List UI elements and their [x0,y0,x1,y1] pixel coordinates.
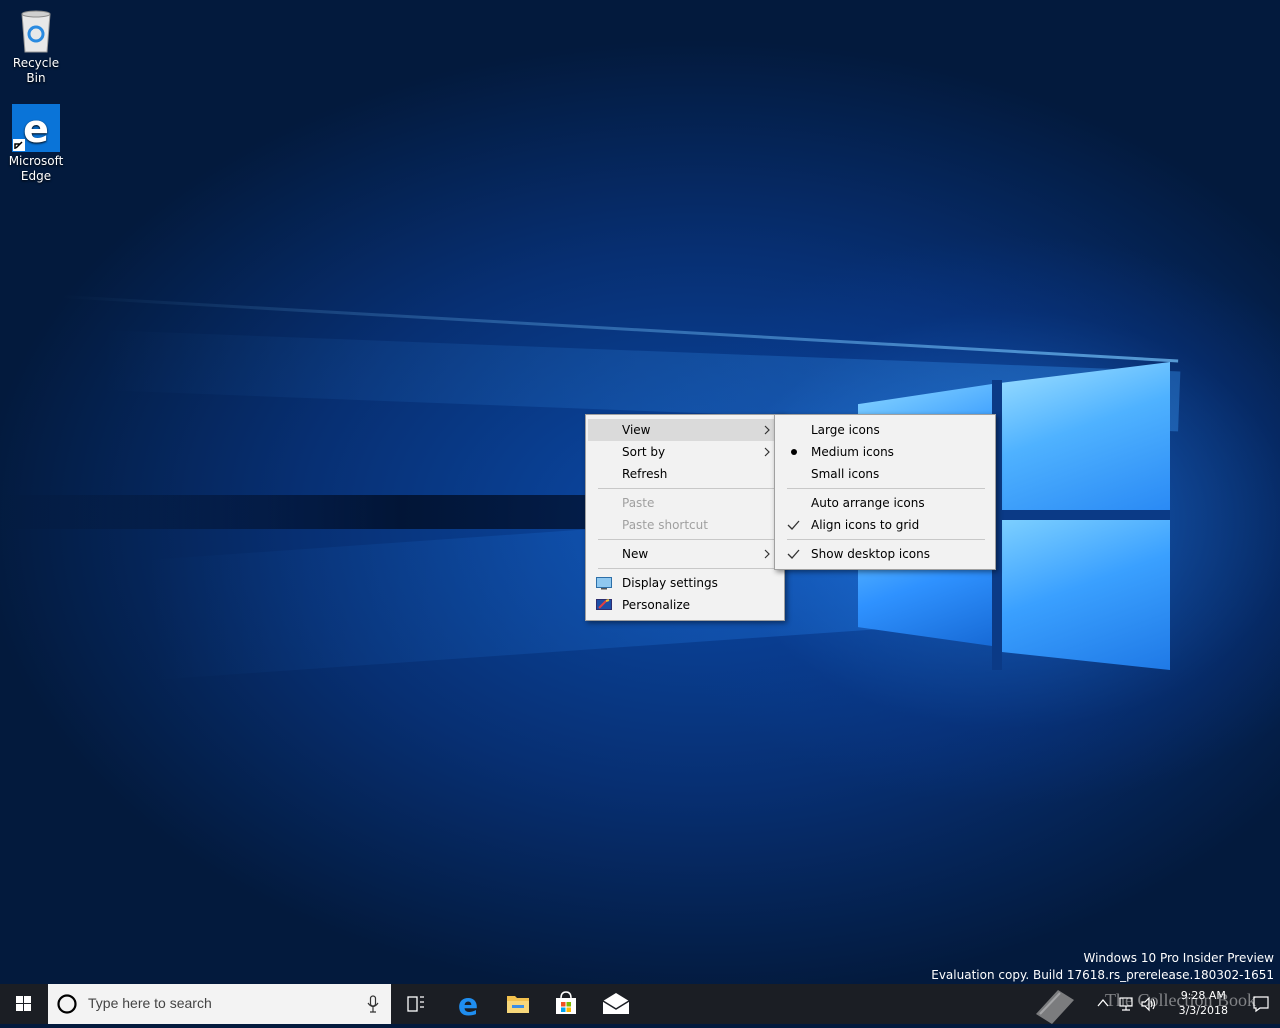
desktop-icon-microsoft-edge[interactable]: e Microsoft Edge [6,104,66,184]
checkmark-icon [787,549,800,559]
watermark-line-build: Evaluation copy. Build 17618.rs_prerelea… [931,968,1274,982]
mail-icon [602,993,630,1014]
menu-item-label: Auto arrange icons [811,496,925,510]
windows-start-icon [16,996,31,1011]
submenu-item-show-desktop-icons[interactable]: Show desktop icons [777,543,993,565]
svg-text:e: e [23,107,49,151]
submenu-item-auto-arrange[interactable]: Auto arrange icons [777,492,993,514]
submenu-item-small-icons[interactable]: Small icons [777,463,993,485]
menu-item-label: Paste [622,496,655,510]
menu-item-label: Show desktop icons [811,547,931,561]
menu-item-new[interactable]: New [588,543,782,565]
file-explorer-icon [507,996,529,1013]
action-center-icon[interactable] [1252,995,1270,1013]
submenu-item-align-to-grid[interactable]: Align icons to grid [777,514,993,536]
submenu-item-large-icons[interactable]: Large icons [777,419,993,441]
taskbar-search-box[interactable]: Type here to search [48,984,391,1024]
chevron-right-icon [764,549,770,559]
edge-icon: e [12,104,60,152]
system-tray: 9:28 AM 3/3/2018 The Collection Book [1020,984,1280,1024]
menu-separator [598,539,774,540]
menu-item-label: Sort by [622,445,666,459]
menu-item-label: View [622,423,651,437]
taskbar-edge-button[interactable]: e [446,984,490,1024]
menu-item-label: Paste shortcut [622,518,708,532]
checkmark-icon [787,520,800,530]
menu-item-personalize[interactable]: Personalize [588,594,782,616]
windows-logo-pane [1002,362,1170,510]
menu-separator [598,568,774,569]
site-watermark-text: The Collection Book [1105,990,1256,1010]
menu-separator [598,488,774,489]
menu-item-sort-by[interactable]: Sort by [588,441,782,463]
cortana-icon [57,994,77,1014]
desktop-context-menu: View Sort by Refresh Paste Paste shortcu… [585,414,785,621]
menu-separator [787,539,985,540]
microphone-icon[interactable] [367,995,379,1013]
menu-item-label: Medium icons [811,445,894,459]
taskbar-mail-button[interactable] [594,984,638,1024]
edge-label: Microsoft Edge [8,154,64,183]
chevron-right-icon [764,425,770,435]
taskbar: Type here to search e 9:28 AM 3/3/2018 T… [0,984,1280,1024]
menu-item-label: Refresh [622,467,668,481]
personalize-icon [596,599,612,610]
menu-separator [787,488,985,489]
menu-item-label: Large icons [811,423,880,437]
store-icon [556,991,576,1014]
menu-item-label: Display settings [622,576,718,590]
search-placeholder: Type here to search [88,995,212,1011]
desktop-icon-recycle-bin[interactable]: Recycle Bin [6,8,66,86]
bullet-icon [791,449,797,455]
chevron-right-icon [764,447,770,457]
menu-item-label: Small icons [811,467,880,481]
menu-item-view[interactable]: View [588,419,782,441]
start-button[interactable] [0,984,48,1024]
task-view-icon [407,996,424,1012]
menu-item-refresh[interactable]: Refresh [588,463,782,485]
wallpaper-beam [59,295,1179,363]
display-settings-icon [596,577,612,590]
recycle-bin-label: Recycle Bin [12,56,60,85]
desktop-background[interactable]: Recycle Bin e Microsoft Edge View Sort b… [0,0,1280,984]
edge-icon: e [458,988,478,1023]
recycle-bin-icon [16,8,56,54]
view-submenu: Large icons Medium icons Small icons Aut… [774,414,996,570]
svg-text:e: e [458,988,478,1023]
menu-item-label: New [622,547,649,561]
menu-item-label: Align icons to grid [811,518,920,532]
evaluation-watermark: Windows 10 Pro Insider Preview Evaluatio… [931,950,1274,984]
windows-logo-pane [1002,520,1170,670]
submenu-item-medium-icons[interactable]: Medium icons [777,441,993,463]
menu-item-display-settings[interactable]: Display settings [588,572,782,594]
watermark-line-edition: Windows 10 Pro Insider Preview [1083,951,1274,965]
site-logo-icon [1036,990,1074,1024]
taskbar-file-explorer-button[interactable] [496,984,540,1024]
task-view-button[interactable] [396,984,436,1024]
menu-item-paste: Paste [588,492,782,514]
menu-item-paste-shortcut: Paste shortcut [588,514,782,536]
menu-item-label: Personalize [622,598,691,612]
taskbar-store-button[interactable] [544,984,588,1024]
